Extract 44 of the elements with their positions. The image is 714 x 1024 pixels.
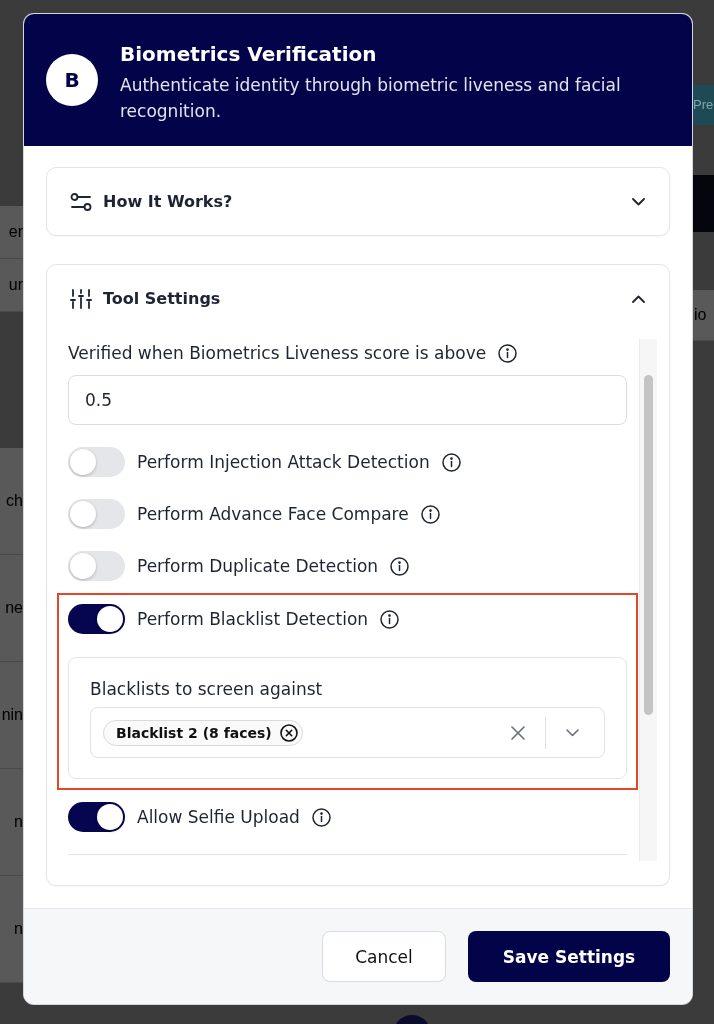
- background-text: io: [694, 305, 707, 325]
- background-text: er: [8, 222, 23, 242]
- score-input[interactable]: 0.5: [68, 375, 627, 425]
- dialog-title: Biometrics Verification: [120, 40, 378, 67]
- scrollbar-thumb[interactable]: [644, 375, 653, 715]
- background-banner: [692, 175, 714, 232]
- background-button[interactable]: Pre: [692, 85, 714, 125]
- info-icon[interactable]: [311, 807, 331, 827]
- save-button[interactable]: Save Settings: [468, 931, 670, 982]
- blacklist-select[interactable]: Blacklist 2 (8 faces): [90, 707, 605, 758]
- background-text: ch: [6, 491, 23, 511]
- info-icon[interactable]: [420, 504, 440, 524]
- info-icon[interactable]: [441, 452, 461, 472]
- field-label: Blacklists to screen against: [90, 679, 323, 699]
- setting-label: Perform Duplicate Detection: [137, 556, 379, 576]
- chevron-down-icon[interactable]: [566, 728, 579, 737]
- toggle-switch[interactable]: [68, 551, 125, 581]
- selected-tag[interactable]: Blacklist 2 (8 faces): [103, 719, 303, 746]
- cancel-button[interactable]: Cancel: [322, 931, 446, 982]
- info-icon[interactable]: [380, 609, 400, 629]
- background-text: ur: [8, 275, 23, 295]
- info-icon[interactable]: [498, 343, 518, 363]
- field-label: Verified when Biometrics Liveness score is above: [68, 343, 487, 363]
- setting-label: Perform Advance Face Compare: [137, 504, 409, 524]
- accordion-header[interactable]: How It Works?: [47, 168, 669, 235]
- setting-label: Perform Blacklist Detection: [137, 609, 369, 629]
- background-text: n: [14, 919, 23, 939]
- sliders-icon: [70, 191, 92, 212]
- close-icon[interactable]: [511, 725, 525, 740]
- toggle-switch[interactable]: [68, 604, 125, 634]
- background-text: ne: [5, 598, 23, 618]
- setting-label: Allow Selfie Upload: [137, 807, 300, 827]
- background-text: nin: [1, 705, 23, 725]
- background-text: n: [14, 812, 23, 832]
- setting-label: Perform Injection Attack Detection: [137, 452, 430, 472]
- toggle-switch[interactable]: [68, 499, 125, 529]
- equalizer-icon: [70, 287, 92, 310]
- toggle-switch[interactable]: [68, 802, 125, 832]
- remove-icon[interactable]: [279, 723, 298, 742]
- toggle-switch[interactable]: [68, 447, 125, 477]
- dialog-subtitle: Authenticate identity through biometric liveness and facial recognition.: [120, 73, 622, 123]
- info-icon[interactable]: [390, 556, 410, 576]
- accordion-header[interactable]: Tool Settings: [47, 265, 669, 332]
- avatar: B: [46, 54, 98, 106]
